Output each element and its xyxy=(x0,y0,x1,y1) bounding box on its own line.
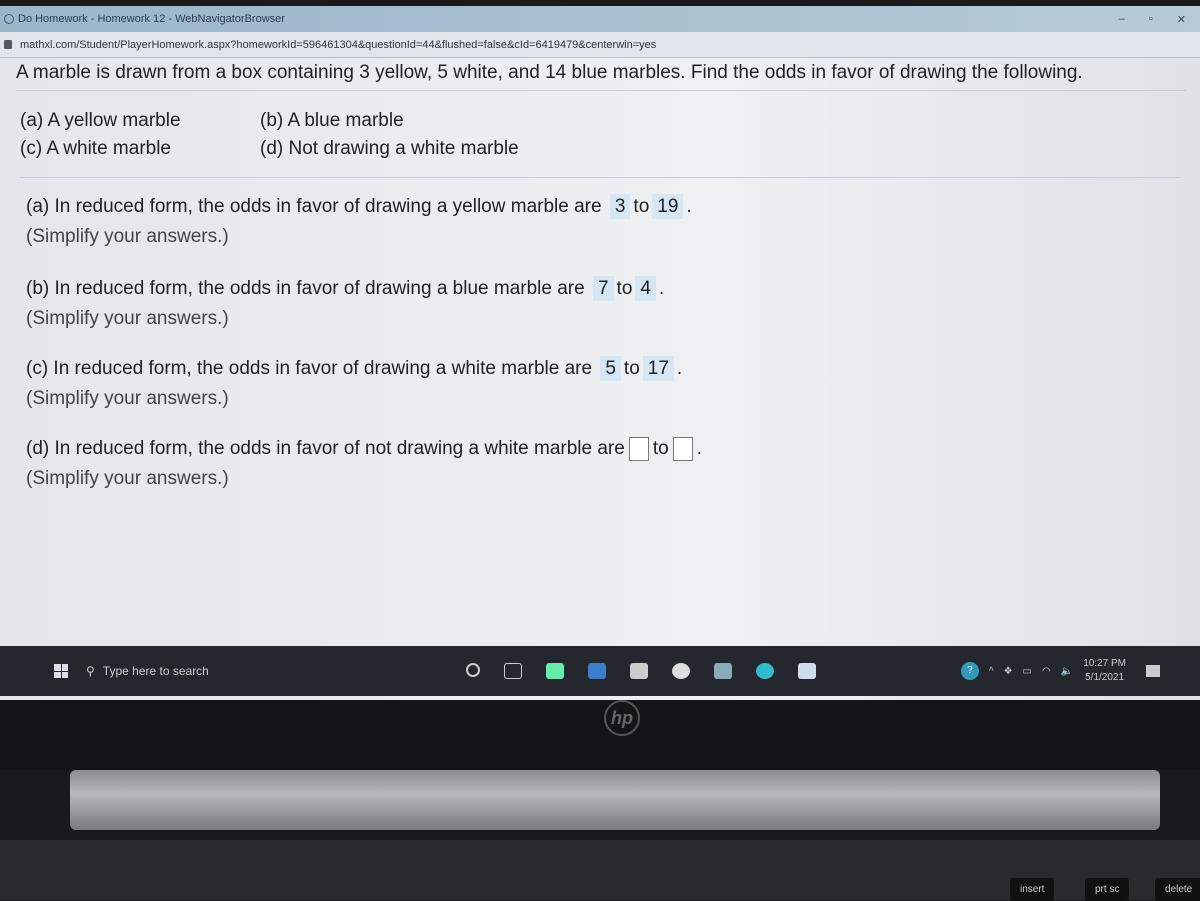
search-placeholder: Type here to search xyxy=(102,664,209,678)
hint: (Simplify your answers.) xyxy=(26,388,229,409)
hint: (Simplify your answers.) xyxy=(26,468,229,489)
taskbar: ⚲ Type here to search ? ^ ❖ ▭ ◠ 🔈 10:27 … xyxy=(0,646,1200,696)
to-label: to xyxy=(623,358,640,379)
time: 10:27 PM xyxy=(1083,658,1126,669)
notifications-icon[interactable] xyxy=(1146,665,1160,677)
question-content: A marble is drawn from a box containing … xyxy=(0,58,1200,494)
answer-c: (c) In reduced form, the odds in favor o… xyxy=(26,354,1200,414)
part-c: (c) A white marble xyxy=(20,138,171,159)
app-icon[interactable] xyxy=(798,663,816,679)
battery-icon[interactable]: ▭ xyxy=(1023,666,1032,677)
photos-icon[interactable] xyxy=(714,663,732,679)
address-bar[interactable]: mathxl.com/Student/PlayerHomework.aspx?h… xyxy=(0,32,1200,58)
store-icon[interactable] xyxy=(630,663,648,679)
answer-a: (a) In reduced form, the odds in favor o… xyxy=(26,192,1200,252)
browser-icon xyxy=(4,14,14,24)
part-a: (a) A yellow marble xyxy=(20,110,181,131)
search-icon: ⚲ xyxy=(86,664,95,678)
url-text: mathxl.com/Student/PlayerHomework.aspx?h… xyxy=(20,38,657,51)
volume-icon[interactable]: 🔈 xyxy=(1061,666,1073,677)
to-label: to xyxy=(652,438,669,459)
answer-d: (d) In reduced form, the odds in favor o… xyxy=(26,434,1200,494)
delete-key: delete xyxy=(1155,878,1200,901)
taskbar-search[interactable]: ⚲ Type here to search xyxy=(86,664,376,678)
date: 5/1/2021 xyxy=(1085,672,1125,683)
prt-sc-key: prt sc xyxy=(1085,878,1130,901)
to-label: to xyxy=(633,196,650,217)
close-button[interactable]: ✕ xyxy=(1177,13,1186,26)
answer-a-text: (a) In reduced form, the odds in favor o… xyxy=(26,196,602,217)
answer-d-input1[interactable] xyxy=(628,436,649,461)
edge-icon[interactable] xyxy=(756,663,774,679)
answer-b-value1[interactable]: 7 xyxy=(592,276,614,301)
insert-key: insert xyxy=(1010,878,1055,901)
answer-a-value2[interactable]: 19 xyxy=(652,194,684,219)
answer-b: (b) In reduced form, the odds in favor o… xyxy=(26,274,1200,334)
lock-icon xyxy=(4,40,12,49)
dropbox-icon[interactable]: ❖ xyxy=(1004,666,1013,677)
wifi-icon[interactable]: ◠ xyxy=(1042,666,1051,677)
chevron-up-icon[interactable]: ^ xyxy=(989,666,994,677)
help-icon[interactable]: ? xyxy=(960,662,979,680)
hint: (Simplify your answers.) xyxy=(26,308,229,329)
window-title: Do Homework - Homework 12 - WebNavigator… xyxy=(18,13,285,25)
clock[interactable]: 10:27 PM 5/1/2021 xyxy=(1083,657,1126,685)
question-intro: A marble is drawn from a box containing … xyxy=(16,62,1186,91)
minimize-button[interactable]: – xyxy=(1119,13,1125,26)
part-d: (d) Not drawing a white marble xyxy=(260,138,519,159)
answer-d-text: (d) In reduced form, the odds in favor o… xyxy=(26,438,625,459)
chrome-icon[interactable] xyxy=(672,663,690,679)
answer-c-value1[interactable]: 5 xyxy=(600,356,621,381)
question-parts: (a) A yellow marble (b) A blue marble (c… xyxy=(20,107,1180,178)
keyboard: insert prt sc delete xyxy=(0,840,1200,901)
laptop-bezel xyxy=(0,700,1200,770)
hp-logo: hp xyxy=(604,700,640,736)
mail-icon[interactable] xyxy=(588,663,606,679)
cortana-icon[interactable] xyxy=(466,663,480,677)
hint: (Simplify your answers.) xyxy=(26,226,229,247)
answer-d-input2[interactable] xyxy=(672,436,693,461)
app-icon[interactable] xyxy=(546,663,564,679)
screen: Do Homework - Homework 12 - WebNavigator… xyxy=(0,6,1200,700)
restore-button[interactable]: ▫ xyxy=(1149,13,1153,26)
answer-a-value1[interactable]: 3 xyxy=(609,194,631,219)
laptop-hinge xyxy=(70,770,1160,830)
answer-c-value2[interactable]: 17 xyxy=(642,356,674,381)
answer-b-value2[interactable]: 4 xyxy=(635,276,656,301)
answer-b-text: (b) In reduced form, the odds in favor o… xyxy=(26,278,585,299)
title-bar: Do Homework - Homework 12 - WebNavigator… xyxy=(0,6,1200,32)
windows-start-icon[interactable] xyxy=(54,664,68,678)
task-view-icon[interactable] xyxy=(504,663,522,679)
to-label: to xyxy=(616,278,633,299)
answer-c-text: (c) In reduced form, the odds in favor o… xyxy=(26,358,593,379)
part-b: (b) A blue marble xyxy=(260,110,404,131)
